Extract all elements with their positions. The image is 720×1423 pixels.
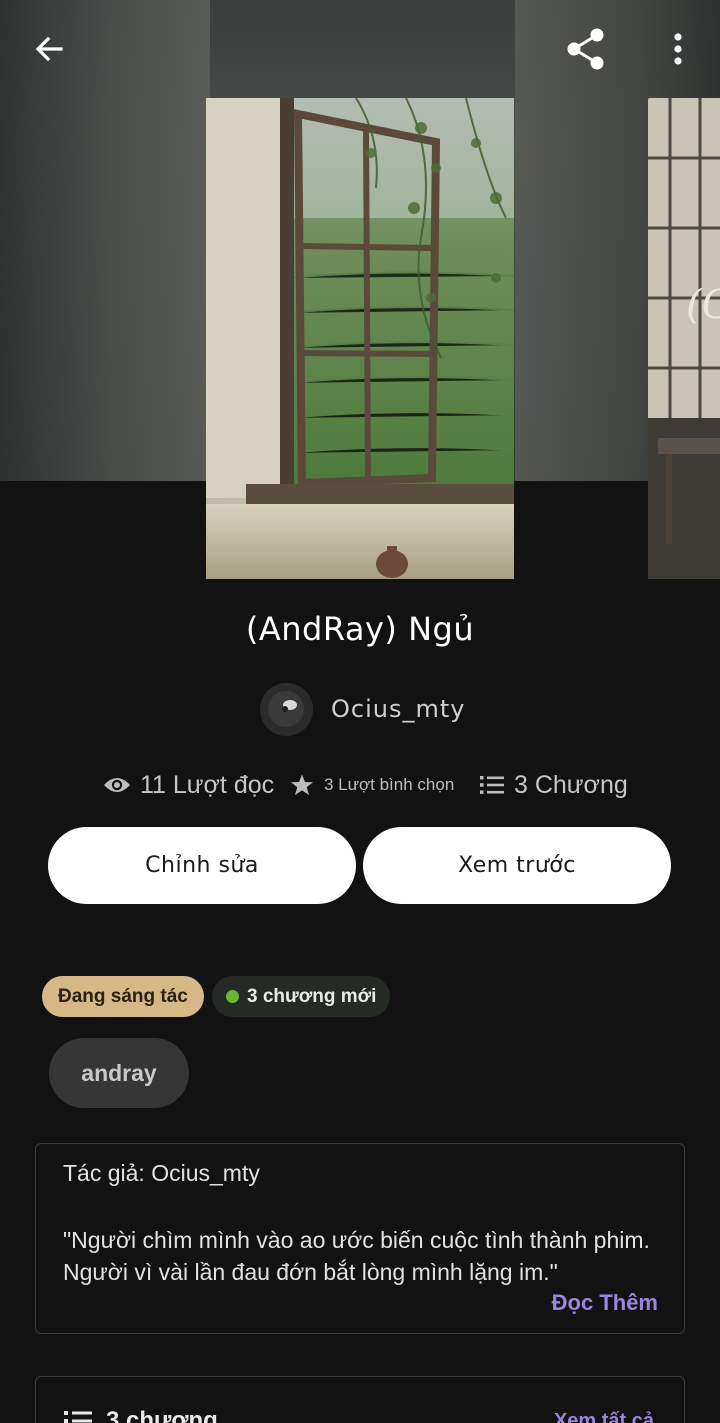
edit-button[interactable]: Chỉnh sửa xyxy=(48,827,356,904)
story-stats: 11 Lượt đọc 3 Lượt bình chọn 3 Chương xyxy=(0,764,720,806)
story-cover[interactable] xyxy=(206,98,514,579)
list-icon xyxy=(480,776,504,794)
read-more-link[interactable]: Đọc Thêm xyxy=(552,1290,658,1316)
chapters-stat: 3 Chương xyxy=(480,764,628,806)
chapters-count: 3 Chương xyxy=(514,770,628,799)
svg-text:(G: (G xyxy=(686,282,720,328)
more-vertical-icon xyxy=(674,33,682,65)
top-bar xyxy=(0,0,720,100)
reads-stat: 11 Lượt đọc xyxy=(103,764,274,806)
preview-button[interactable]: Xem trước xyxy=(363,827,671,904)
votes-stat: 3 Lượt bình chọn xyxy=(290,764,454,806)
chapters-heading: 3 chương xyxy=(64,1407,218,1423)
votes-count: 3 Lượt bình chọn xyxy=(324,775,455,794)
eye-icon xyxy=(104,778,130,792)
chapters-section: 3 chương Xem tất cả xyxy=(35,1376,685,1423)
description-box: Tác giả: Ocius_mty "Người chìm mình vào … xyxy=(35,1143,685,1334)
new-chapters-badge: 3 chương mới xyxy=(212,976,391,1017)
more-options-button[interactable] xyxy=(650,21,706,77)
view-all-chapters-link[interactable]: Xem tất cả xyxy=(554,1410,654,1423)
status-badge: Đang sáng tác xyxy=(42,976,204,1017)
story-title: (AndRay) Ngủ xyxy=(245,610,475,648)
avatar[interactable] xyxy=(260,682,313,736)
chapters-heading-label: 3 chương xyxy=(106,1407,218,1423)
list-icon xyxy=(64,1411,92,1423)
description-author: Tác giả: Ocius_mty xyxy=(63,1160,260,1186)
new-chapters-label: 3 chương mới xyxy=(247,985,377,1007)
star-icon xyxy=(291,774,313,795)
back-button[interactable] xyxy=(21,21,77,77)
author-row[interactable]: Ocius_mty xyxy=(260,682,465,736)
reads-count: 11 Lượt đọc xyxy=(140,770,275,799)
tag-chip-andray[interactable]: andray xyxy=(49,1038,189,1108)
share-icon xyxy=(567,28,604,70)
next-story-cover[interactable]: (G xyxy=(648,98,720,579)
author-name[interactable]: Ocius_mty xyxy=(331,695,465,723)
back-arrow-icon xyxy=(35,36,63,62)
new-dot-icon xyxy=(226,990,239,1003)
description-text: "Người chìm mình vào ao ước biến cuộc tì… xyxy=(63,1227,650,1285)
share-button[interactable] xyxy=(558,21,614,77)
